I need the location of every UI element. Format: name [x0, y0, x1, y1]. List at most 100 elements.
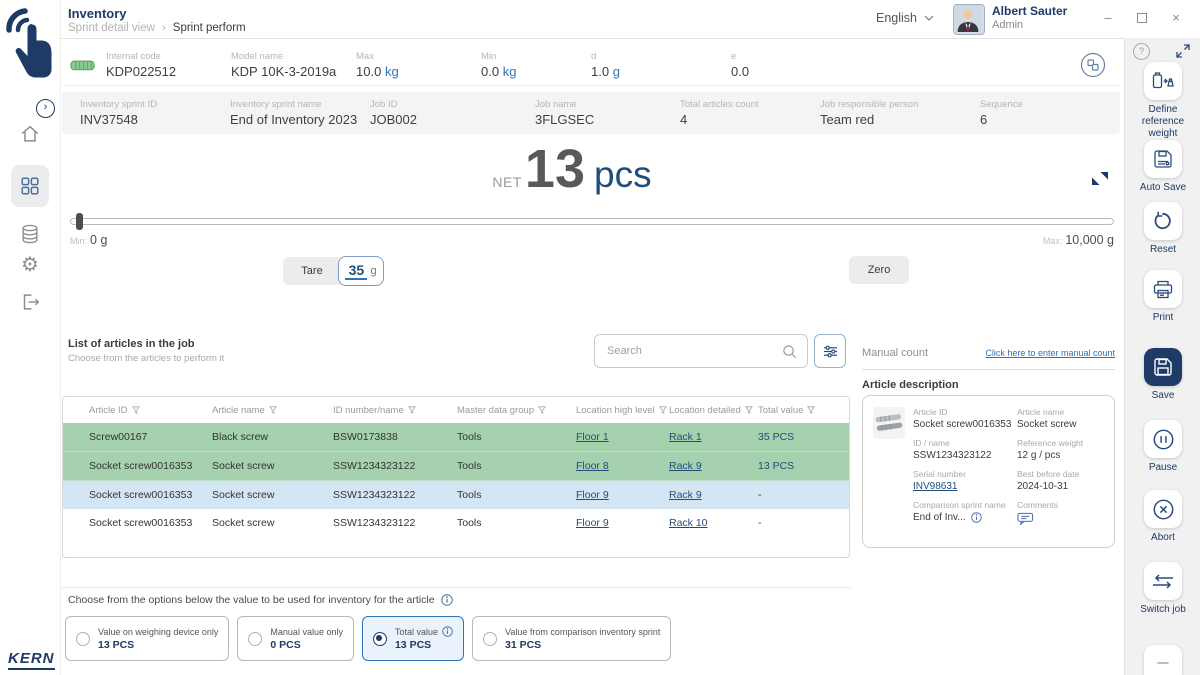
table-row[interactable]: Socket screw0016353 Socket screw SSW1234…	[63, 509, 849, 537]
abort-button[interactable]	[1144, 490, 1182, 528]
sidebar-item-logout[interactable]	[0, 291, 60, 313]
sprint-field: Inventory sprint IDINV37548	[80, 99, 230, 127]
close-button[interactable]: ×	[1166, 8, 1186, 28]
device-link-icon[interactable]	[1080, 52, 1106, 78]
device-field: d 1.0 g	[591, 51, 731, 79]
action-print: Print	[1125, 270, 1200, 324]
weight-slider-track[interactable]	[70, 218, 1114, 225]
comment-icon[interactable]	[1017, 512, 1034, 526]
column-filter-icon[interactable]	[659, 406, 667, 414]
table-header: Article ID Article name ID number/name M…	[63, 397, 849, 423]
option-manual-value[interactable]: Manual value only 0 PCS	[237, 616, 354, 661]
sidebar-item-database[interactable]	[0, 223, 60, 245]
location-link[interactable]: Floor 1	[576, 431, 609, 443]
breadcrumb-separator: ›	[162, 22, 166, 34]
net-value: 13	[525, 142, 585, 196]
info-icon[interactable]	[971, 512, 982, 523]
tare-button[interactable]: Tare	[283, 257, 341, 285]
column-filter-icon[interactable]	[807, 406, 815, 414]
info-icon[interactable]	[442, 626, 453, 637]
panel-expand-icon[interactable]	[1176, 44, 1190, 58]
column-filter-icon[interactable]	[745, 406, 753, 414]
action-pause: Pause	[1125, 420, 1200, 474]
radio-button[interactable]	[483, 632, 497, 646]
column-filter-icon[interactable]	[269, 406, 277, 414]
switch-job-button[interactable]	[1144, 562, 1182, 600]
radio-button[interactable]	[248, 632, 262, 646]
minimize-button[interactable]: –	[1098, 8, 1118, 28]
location-link[interactable]: Floor 9	[576, 517, 609, 529]
option-total-value[interactable]: Total value 13 PCS	[362, 616, 464, 661]
location-link[interactable]: Floor 9	[576, 489, 609, 501]
search-input[interactable]	[605, 344, 782, 358]
language-selector[interactable]: English	[876, 11, 934, 25]
avatar[interactable]	[953, 4, 985, 35]
display-expand-icon[interactable]	[1092, 172, 1108, 185]
print-button[interactable]	[1144, 270, 1182, 308]
maximize-button[interactable]	[1132, 8, 1152, 28]
app-window: Inventory Sprint detail view › Sprint pe…	[0, 0, 1200, 675]
table-row[interactable]: Socket screw0016353 Socket screw SSW1234…	[63, 481, 849, 509]
article-description-fields: Article IDSocket screw0016353 Article na…	[913, 407, 1104, 536]
sprint-field: Job IDJOB002	[370, 99, 535, 127]
article-thumbnail	[873, 407, 905, 536]
option-weighing-device[interactable]: Value on weighing device only 13 PCS	[65, 616, 229, 661]
sidebar-item-home[interactable]	[0, 123, 60, 145]
define-reference-weight-button[interactable]	[1144, 62, 1182, 100]
sidebar-expand-toggle[interactable]: ›	[36, 99, 55, 118]
maximize-icon	[1137, 13, 1147, 23]
location-link[interactable]: Rack 10	[669, 517, 708, 529]
reset-button[interactable]	[1144, 202, 1182, 240]
sprint-field: Total articles count4	[680, 99, 820, 127]
manual-count-row: Manual count Click here to enter manual …	[862, 347, 1115, 359]
action-label: Reset	[1125, 244, 1200, 256]
device-info-bar: Internal code KDP022512 Model name KDP 1…	[62, 44, 1120, 86]
radio-button-selected[interactable]	[373, 632, 387, 646]
kern-brand-logo: KERN	[8, 650, 55, 670]
column-filter-icon[interactable]	[408, 406, 416, 414]
sidebar-item-settings[interactable]: ⚙	[0, 255, 60, 275]
net-count-display: NET 13 pcs	[62, 142, 1082, 204]
info-icon[interactable]	[441, 594, 453, 606]
breadcrumb-parent[interactable]: Sprint detail view	[68, 22, 155, 34]
manual-count-label: Manual count	[862, 347, 928, 359]
sprint-info-bar: Inventory sprint IDINV37548 Inventory sp…	[62, 92, 1120, 134]
radio-button[interactable]	[76, 632, 90, 646]
action-label: Print	[1125, 312, 1200, 324]
zero-button[interactable]: Zero	[849, 256, 909, 284]
table-row[interactable]: Socket screw0016353 Socket screw SSW1234…	[63, 452, 849, 481]
option-comparison-sprint[interactable]: Value from comparison inventory sprint 3…	[472, 616, 671, 661]
location-link[interactable]: Floor 8	[576, 460, 609, 472]
serial-number-link[interactable]: INV98631	[913, 481, 1017, 492]
home-icon	[19, 123, 41, 145]
sprint-field: Inventory sprint nameEnd of Inventory 20…	[230, 99, 370, 127]
sprint-field: Job responsible personTeam red	[820, 99, 980, 127]
save-button[interactable]	[1144, 348, 1182, 386]
location-link[interactable]: Rack 9	[669, 460, 702, 472]
manual-count-link[interactable]: Click here to enter manual count	[985, 348, 1115, 358]
manual-count-divider	[862, 369, 1115, 370]
page-title: Inventory	[68, 6, 127, 21]
sidebar-item-modules[interactable]	[0, 175, 60, 197]
touch-hand-logo	[4, 4, 56, 98]
device-field: Min 0.0 kg	[481, 51, 591, 79]
action-label: Abort	[1125, 532, 1200, 544]
pause-button[interactable]	[1144, 420, 1182, 458]
weight-slider-handle[interactable]	[76, 213, 83, 230]
column-filter-icon[interactable]	[132, 406, 140, 414]
gear-icon: ⚙	[21, 255, 39, 275]
slider-min: Min:0 g	[70, 233, 107, 247]
more-actions-button[interactable]	[1144, 645, 1182, 675]
device-field: Max 10.0 kg	[356, 51, 481, 79]
location-link[interactable]: Rack 9	[669, 489, 702, 501]
location-link[interactable]: Rack 1	[669, 431, 702, 443]
search-box	[594, 334, 808, 368]
action-label: Auto Save	[1125, 182, 1200, 194]
filter-button[interactable]	[814, 334, 846, 368]
table-row[interactable]: Screw00167 Black screw BSW0173838 Tools …	[63, 423, 849, 452]
auto-save-button[interactable]	[1144, 140, 1182, 178]
column-filter-icon[interactable]	[538, 406, 546, 414]
search-icon	[782, 344, 797, 359]
help-icon[interactable]: ?	[1133, 43, 1150, 60]
tare-input[interactable]	[345, 262, 367, 280]
